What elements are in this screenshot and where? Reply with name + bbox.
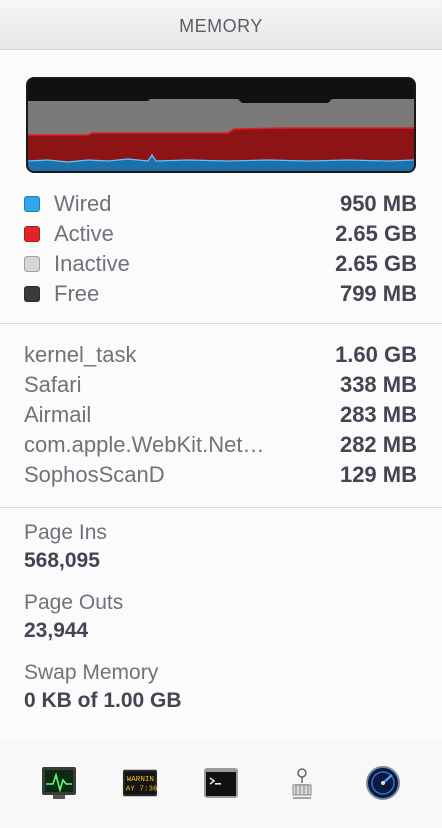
svg-text:WARNIN: WARNIN — [127, 776, 154, 784]
legend-label: Free — [54, 281, 100, 306]
legend-row-active: Active 2.65 GB — [0, 219, 442, 249]
process-row[interactable]: Safari 338 MB — [0, 370, 442, 400]
process-name: kernel_task — [24, 342, 137, 367]
console-icon[interactable]: WARNIN AY 7:36 — [122, 765, 158, 801]
page-ins-label: Page Ins — [24, 521, 107, 544]
legend-row-inactive: Inactive 2.65 GB — [0, 249, 442, 279]
memory-legend: Wired 950 MB Active 2.65 GB Inactive 2.6… — [0, 189, 442, 323]
process-name: Airmail — [24, 402, 92, 427]
panel-header: MEMORY — [0, 0, 442, 50]
legend-value: 2.65 GB — [335, 251, 417, 276]
svg-text:AY 7:36: AY 7:36 — [126, 786, 158, 794]
memory-usage-graph — [26, 77, 416, 173]
memory-graph-svg — [28, 79, 414, 171]
legend-label: Active — [54, 221, 114, 246]
legend-value: 950 MB — [339, 191, 417, 216]
inactive-swatch — [24, 256, 40, 272]
legend-row-wired: Wired 950 MB — [0, 189, 442, 219]
memory-summary-section: Wired 950 MB Active 2.65 GB Inactive 2.6… — [0, 50, 442, 324]
panel-title: MEMORY — [179, 16, 263, 36]
process-row[interactable]: SophosScanD 129 MB — [0, 460, 442, 490]
process-name: SophosScanD — [24, 462, 165, 487]
swap-memory-stat: Swap Memory 0 KB of 1.00 GB — [24, 658, 418, 718]
swap-memory-label: Swap Memory — [24, 661, 159, 684]
app-shortcut-toolbar: WARNIN AY 7:36 — [0, 738, 442, 828]
page-ins-stat: Page Ins 568,095 — [24, 518, 418, 578]
terminal-icon[interactable] — [203, 765, 239, 801]
process-row[interactable]: kernel_task 1.60 GB — [0, 340, 442, 370]
memory-stats: Page Ins 568,095 Page Outs 23,944 Swap M… — [0, 508, 442, 743]
activity-monitor-icon[interactable] — [41, 765, 77, 801]
process-name: Safari — [24, 372, 82, 397]
process-memory: 129 MB — [339, 462, 417, 487]
legend-label: Inactive — [54, 251, 130, 276]
page-outs-stat: Page Outs 23,944 — [24, 588, 418, 648]
process-row[interactable]: Airmail 283 MB — [0, 400, 442, 430]
process-row[interactable]: com.apple.WebKit.Net… 282 MB — [0, 430, 442, 460]
page-outs-label: Page Outs — [24, 591, 124, 614]
process-memory: 282 MB — [339, 432, 417, 457]
page-ins-value: 568,095 — [24, 549, 100, 572]
process-list: kernel_task 1.60 GB Safari 338 MB Airmai… — [0, 324, 442, 508]
process-memory: 283 MB — [339, 402, 417, 427]
disk-utility-icon[interactable] — [365, 765, 401, 801]
process-memory: 338 MB — [339, 372, 417, 397]
memory-panel: MEMORY Wired 950 MB Active 2.65 GB Inact… — [0, 0, 442, 828]
process-name: com.apple.WebKit.Net… — [24, 432, 265, 457]
active-swatch — [24, 226, 40, 242]
legend-value: 2.65 GB — [335, 221, 417, 246]
system-information-icon[interactable] — [284, 765, 320, 801]
wired-swatch — [24, 196, 40, 212]
swap-memory-value: 0 KB of 1.00 GB — [24, 689, 182, 712]
legend-value: 799 MB — [339, 281, 417, 306]
page-outs-value: 23,944 — [24, 619, 89, 642]
legend-row-free: Free 799 MB — [0, 279, 442, 309]
legend-label: Wired — [54, 191, 112, 216]
free-swatch — [24, 286, 40, 302]
process-memory: 1.60 GB — [335, 342, 417, 367]
